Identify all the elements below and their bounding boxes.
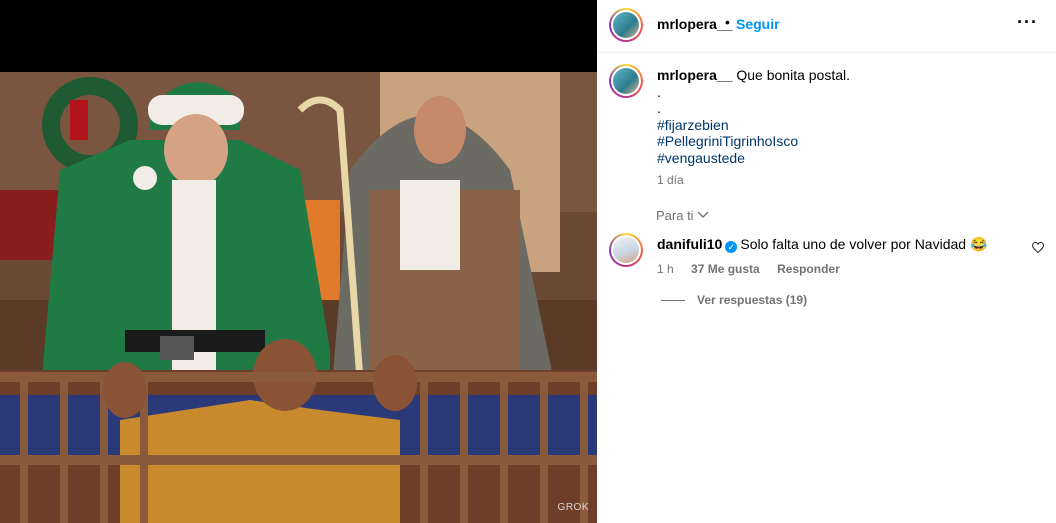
comment-meta: 1 h 37 Me gusta Responder (657, 262, 854, 276)
post-header: mrlopera__ • Seguir ··· (597, 0, 1056, 53)
caption-username[interactable]: mrlopera__ (657, 67, 732, 83)
caption-timestamp[interactable]: 1 día (657, 172, 1037, 189)
hashtag-link[interactable]: #vengaustede (657, 150, 1037, 167)
verified-badge-icon: ✓ (725, 241, 738, 253)
post-image: GROK (0, 0, 597, 523)
sort-comments-dropdown[interactable]: Para ti (656, 208, 709, 223)
caption-text: Que bonita postal. (736, 67, 851, 83)
like-comment-heart-icon[interactable] (1031, 241, 1045, 256)
view-replies-button[interactable]: Ver respuestas (19) (661, 293, 807, 307)
post-photo (0, 0, 597, 523)
caption-avatar[interactable] (609, 64, 643, 98)
caption-dot: . (657, 100, 661, 116)
commenter-avatar[interactable] (609, 233, 643, 267)
author-username[interactable]: mrlopera__ (657, 16, 732, 32)
caption-dot: . (657, 83, 661, 100)
replies-divider (661, 300, 685, 302)
view-replies-label: Ver respuestas (19) (697, 293, 808, 307)
sort-label: Para ti (656, 208, 694, 223)
separator-dot: • (725, 14, 730, 30)
grok-watermark: GROK (557, 502, 589, 513)
more-options-icon[interactable]: ··· (1017, 12, 1038, 33)
post-caption: mrlopera__ Que bonita postal. . . #fijar… (657, 67, 1037, 189)
comment-timestamp[interactable]: 1 h (657, 262, 674, 276)
comment: danifuli10 ✓ Solo falta uno de volver por … (657, 236, 1007, 253)
hashtag-link[interactable]: #PellegriniTigrinhoIsco (657, 133, 1037, 150)
reply-button[interactable]: Responder (777, 262, 840, 276)
author-avatar[interactable] (609, 8, 643, 42)
chevron-down-icon (697, 208, 709, 223)
commenter-username[interactable]: danifuli10 (657, 236, 722, 252)
follow-button[interactable]: Seguir (736, 16, 780, 32)
comment-likes[interactable]: 37 Me gusta (691, 262, 760, 276)
post-side-panel: mrlopera__ • Seguir ··· mrlopera__ Que b… (597, 0, 1056, 523)
hashtag-link[interactable]: #fijarzebien (657, 117, 1037, 134)
comment-text: Solo falta uno de volver por Navidad 😂 (740, 236, 988, 252)
